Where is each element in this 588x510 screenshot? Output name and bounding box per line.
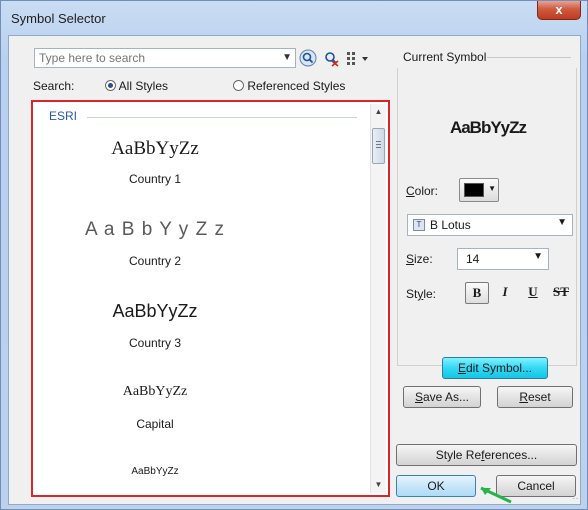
symbol-sample: AaBbYyZz (131, 466, 179, 477)
symbol-caption: Capital (136, 417, 174, 431)
edit-symbol-button[interactable]: Edit Symbol... (442, 357, 548, 379)
referenced-styles-label: Referenced Styles (247, 79, 346, 93)
color-label: Color: (406, 184, 439, 198)
clear-search-icon[interactable] (322, 49, 340, 67)
scroll-down-icon[interactable]: ▼ (371, 477, 386, 493)
symbol-caption: Country 1 (128, 172, 182, 186)
dialog-body: ▼ Search: All Styles (8, 35, 581, 505)
size-value: 14 (466, 252, 480, 266)
group-divider (87, 117, 357, 118)
pointer-arrow-annotation (480, 486, 512, 504)
all-styles-option[interactable]: All Styles (105, 79, 168, 93)
chevron-down-icon[interactable]: ▼ (282, 49, 292, 67)
font-dropdown[interactable]: T B Lotus ▼ (407, 214, 573, 236)
style-references-button[interactable]: Style References... (396, 444, 577, 466)
chevron-down-icon: ▼ (557, 217, 567, 228)
referenced-styles-option[interactable]: Referenced Styles (233, 79, 345, 93)
symbol-sample: AaBbYyZz (122, 384, 188, 399)
scrollbar-thumb[interactable] (372, 128, 385, 164)
color-picker-button[interactable]: ▼ (459, 178, 499, 202)
symbol-list: ESRI AaBbYyZz Country 1 A a B b Y y Z z … (35, 104, 368, 493)
close-button[interactable]: x (537, 1, 581, 20)
window-title: Symbol Selector (11, 11, 106, 26)
preview-text: AaBbYyZz (449, 118, 527, 137)
underline-button[interactable]: U (521, 282, 545, 304)
reset-button[interactable]: Reset (497, 386, 573, 408)
gallery-scrollbar[interactable]: ▲ ▼ (370, 104, 386, 493)
view-options-icon[interactable] (345, 49, 371, 67)
scroll-up-icon[interactable]: ▲ (371, 104, 386, 120)
truetype-font-icon: T (413, 219, 425, 231)
group-header-esri: ESRI (49, 109, 78, 123)
style-label: Style: (406, 287, 437, 301)
search-input[interactable] (39, 50, 269, 66)
color-swatch (464, 183, 484, 197)
search-label: Search: (33, 79, 75, 93)
symbol-sample: AaBbYyZz (112, 301, 198, 321)
strikethrough-button[interactable]: ST (549, 282, 573, 304)
symbol-caption: Country 2 (128, 254, 182, 268)
all-styles-label: All Styles (118, 79, 169, 93)
size-label: Size: (406, 252, 433, 266)
symbol-gallery: ESRI AaBbYyZz Country 1 A a B b Y y Z z … (31, 100, 390, 497)
bold-button[interactable]: B (465, 282, 489, 304)
grip-line (376, 144, 381, 145)
size-dropdown[interactable]: 14 ▼ (457, 248, 549, 270)
search-combobox[interactable]: ▼ (34, 48, 296, 68)
font-name: B Lotus (430, 218, 471, 232)
current-symbol-panel: Current Symbol AaBbYyZz Color: ▼ T B Lot… (397, 46, 577, 496)
symbol-sample: AaBbYyZz (111, 138, 199, 159)
symbol-sample: A a B b Y y Z z (85, 219, 225, 240)
resize-grip[interactable]: ∴ (573, 493, 578, 502)
ok-button[interactable]: OK (396, 475, 476, 497)
search-icon[interactable] (299, 49, 317, 67)
symbol-selector-window: Symbol Selector x ▼ Search: (0, 0, 588, 510)
referenced-styles-radio[interactable] (233, 80, 244, 91)
italic-button[interactable]: I (493, 282, 517, 304)
panel-divider (487, 57, 571, 58)
symbol-caption: Country 3 (128, 336, 182, 350)
save-as-button[interactable]: Save As... (403, 386, 481, 408)
grip-line (376, 147, 381, 148)
grip-line (376, 141, 381, 142)
all-styles-radio[interactable] (105, 80, 116, 91)
chevron-down-icon: ▼ (488, 184, 496, 193)
title-bar[interactable]: Symbol Selector x (1, 1, 587, 35)
current-symbol-title: Current Symbol (403, 50, 487, 64)
chevron-down-icon: ▼ (533, 251, 543, 262)
